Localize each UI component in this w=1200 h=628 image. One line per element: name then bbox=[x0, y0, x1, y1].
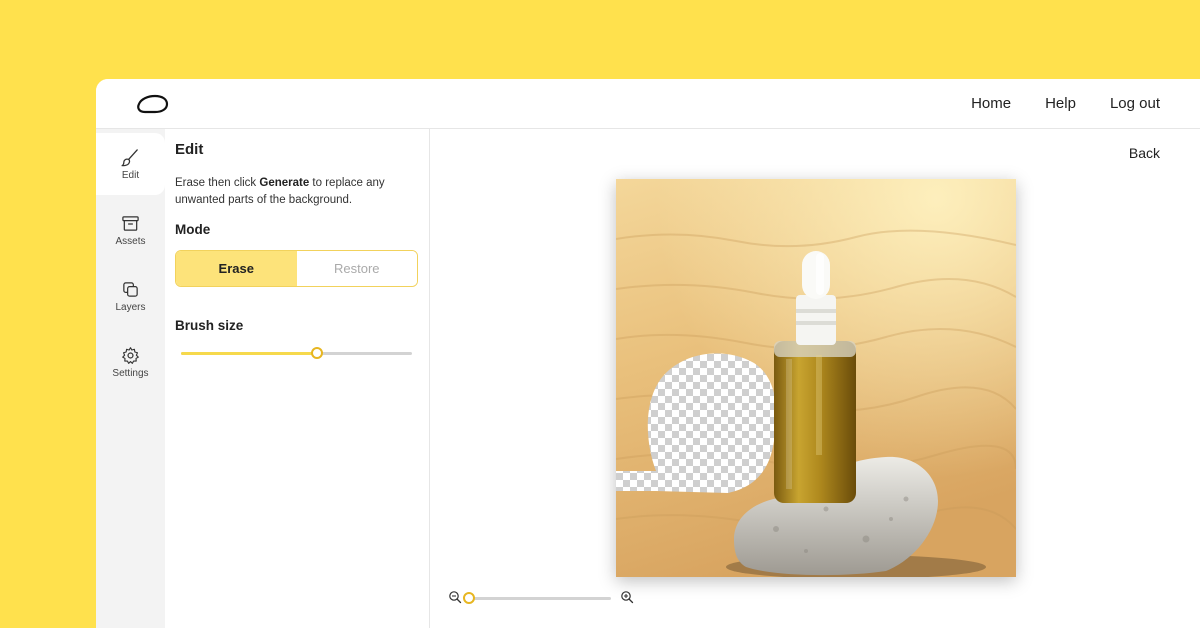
mode-label: Mode bbox=[175, 222, 211, 237]
desc-text: Erase then click bbox=[175, 177, 260, 189]
brush-size-fill bbox=[181, 352, 317, 355]
rail-item-settings[interactable]: Settings bbox=[96, 331, 165, 393]
zoom-out-icon[interactable] bbox=[448, 590, 462, 604]
rail-item-label: Layers bbox=[115, 301, 146, 313]
nav-logout-link[interactable]: Log out bbox=[1110, 95, 1160, 112]
zoom-control bbox=[448, 585, 638, 609]
restore-button[interactable]: Restore bbox=[296, 251, 417, 286]
layers-icon bbox=[123, 281, 138, 297]
rail-item-assets[interactable]: Assets bbox=[96, 199, 165, 261]
tool-rail: Edit Assets Layers Settings bbox=[96, 129, 165, 628]
brush-icon bbox=[121, 148, 138, 166]
zoom-in-icon[interactable] bbox=[620, 590, 634, 604]
brush-size-thumb[interactable] bbox=[311, 347, 323, 359]
rail-item-label: Settings bbox=[112, 367, 149, 379]
cloud-logo-icon[interactable] bbox=[136, 91, 170, 115]
nav-home-link[interactable]: Home bbox=[971, 95, 1011, 112]
rail-item-label: Assets bbox=[115, 235, 146, 247]
desc-generate-text: Generate bbox=[259, 177, 310, 189]
back-link[interactable]: Back bbox=[1129, 145, 1160, 161]
panel-title: Edit bbox=[175, 141, 204, 158]
gear-icon bbox=[122, 346, 139, 364]
product-photo[interactable] bbox=[616, 179, 1016, 577]
top-nav: Home Help Log out bbox=[971, 95, 1160, 112]
photo-illustration bbox=[616, 179, 1016, 577]
top-bar: Home Help Log out bbox=[96, 79, 1200, 129]
brush-size-label: Brush size bbox=[175, 318, 244, 333]
erase-button[interactable]: Erase bbox=[176, 251, 297, 286]
rail-item-layers[interactable]: Layers bbox=[96, 265, 165, 327]
zoom-thumb[interactable] bbox=[463, 592, 475, 604]
mode-toggle: Erase Restore bbox=[175, 250, 418, 287]
nav-help-link[interactable]: Help bbox=[1045, 95, 1076, 112]
canvas-area: Back bbox=[430, 129, 1200, 628]
rail-item-label: Edit bbox=[121, 169, 140, 181]
edit-panel: Edit Erase then click Generate to replac… bbox=[165, 129, 430, 628]
brush-size-slider[interactable] bbox=[181, 347, 412, 359]
zoom-slider[interactable] bbox=[463, 592, 611, 604]
app-window: Home Help Log out Edit Assets Layers Set… bbox=[96, 79, 1200, 628]
rail-item-edit[interactable]: Edit bbox=[96, 133, 165, 195]
archive-icon bbox=[122, 215, 139, 231]
panel-description: Erase then click Generate to replace any… bbox=[175, 175, 415, 209]
